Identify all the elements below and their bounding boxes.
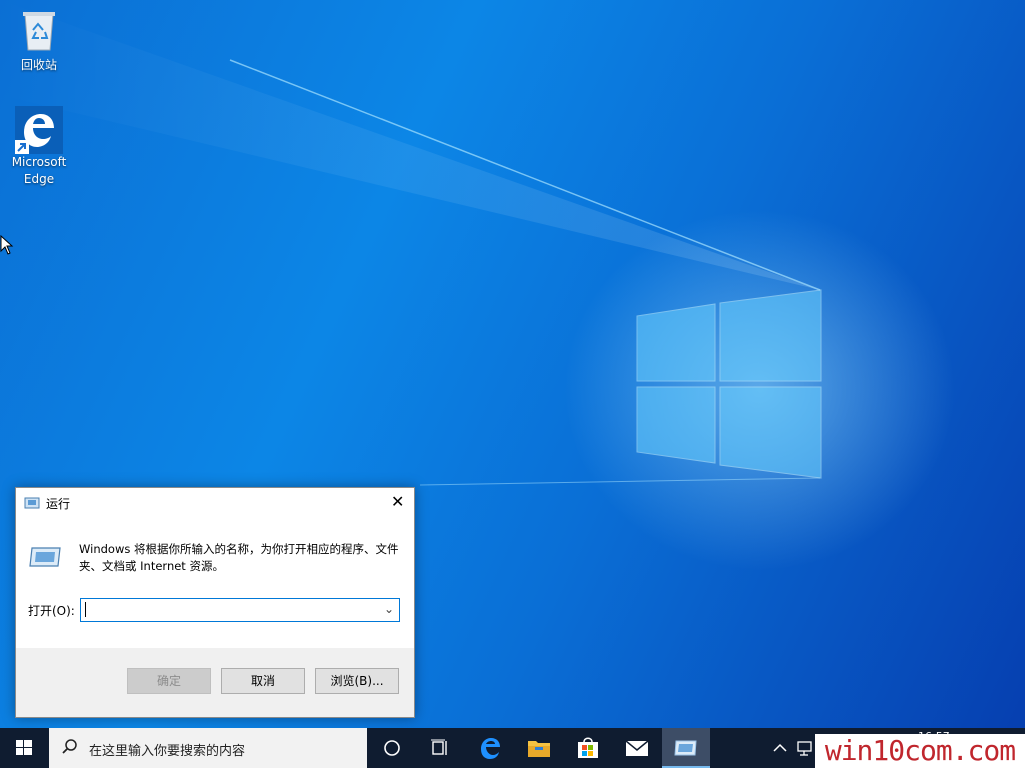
mail-button[interactable]: [613, 728, 661, 768]
file-explorer-button[interactable]: [515, 728, 563, 768]
task-view-icon: [431, 739, 447, 755]
run-dialog-titlebar[interactable]: 运行 ✕: [16, 488, 414, 518]
close-icon: ✕: [391, 492, 405, 511]
run-dialog-footer: 确定 取消 浏览(B)...: [16, 648, 414, 717]
network-icon: [797, 741, 812, 756]
chevron-up-icon: [773, 743, 787, 752]
run-dialog-description: Windows 将根据你所输入的名称，为你打开相应的程序、文件夹、文档或 Int…: [79, 542, 399, 573]
recycle-bin-icon: [23, 12, 55, 51]
cortana-button[interactable]: [368, 728, 416, 768]
store-button[interactable]: [564, 728, 612, 768]
mouse-cursor-icon: [0, 235, 14, 255]
open-combobox[interactable]: ⌄: [80, 598, 400, 622]
run-dialog: 运行 ✕ Windows 将根据你所输入的名称，为你打开相应的程序、文件夹、文档…: [15, 487, 415, 718]
run-dialog-title: 运行: [46, 497, 71, 511]
edge-icon: [15, 106, 63, 154]
cancel-button[interactable]: 取消: [221, 668, 305, 694]
run-large-icon: [29, 547, 61, 567]
recycle-bin-label: 回收站: [20, 58, 57, 72]
show-hidden-icons-button[interactable]: [768, 728, 792, 768]
search-box[interactable]: 在这里输入你要搜索的内容: [49, 728, 367, 768]
desktop-icon-edge[interactable]: Microsoft Edge: [7, 106, 71, 188]
store-icon: [578, 737, 598, 758]
browse-button[interactable]: 浏览(B)...: [315, 668, 399, 694]
close-button[interactable]: ✕: [382, 488, 414, 518]
text-caret: [85, 602, 86, 617]
ok-button[interactable]: 确定: [127, 668, 211, 694]
cortana-icon: [384, 740, 400, 756]
mail-icon: [625, 740, 649, 756]
start-button[interactable]: [0, 728, 48, 768]
edge-icon: [481, 738, 500, 759]
start-icon: [16, 740, 32, 755]
shortcut-arrow-icon: [15, 140, 29, 154]
open-label: 打开(O):: [28, 604, 75, 618]
run-taskbar-button[interactable]: [662, 728, 710, 768]
edge-taskbar-button[interactable]: [466, 728, 514, 768]
search-icon: [62, 739, 77, 754]
run-icon: [24, 497, 40, 509]
task-view-button[interactable]: [416, 728, 464, 768]
search-placeholder: 在这里输入你要搜索的内容: [89, 744, 246, 759]
desktop-icon-recycle-bin[interactable]: 回收站: [7, 8, 71, 74]
network-button[interactable]: [792, 728, 816, 768]
file-explorer-icon: [528, 741, 550, 757]
edge-label: Microsoft Edge: [11, 155, 67, 186]
run-icon: [674, 740, 697, 756]
watermark: win10com.com: [815, 734, 1025, 768]
chevron-down-icon[interactable]: ⌄: [384, 602, 394, 616]
